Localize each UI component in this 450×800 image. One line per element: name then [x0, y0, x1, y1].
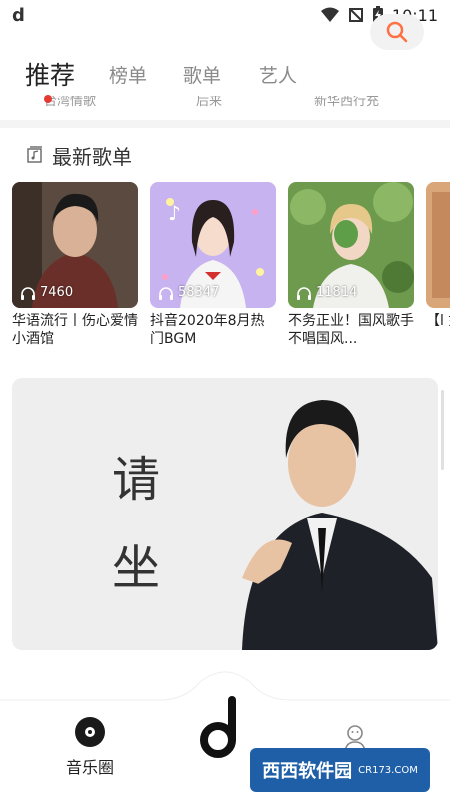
playlist-title: 【l 如旧 — [426, 313, 450, 329]
search-button[interactable] — [370, 14, 424, 50]
playlist-cover — [426, 182, 450, 308]
banner-text-line1: 请 — [112, 452, 161, 508]
playlist-cover: ♪ 58347 — [150, 182, 276, 308]
watermark-text: 西西软件园 — [262, 761, 353, 782]
banner-text-line2: 坐 — [112, 540, 161, 596]
playlist-cover: 7460 — [12, 182, 138, 308]
tab-playlists[interactable]: 歌单 — [183, 61, 221, 88]
nav-center-logo-button[interactable] — [196, 696, 246, 760]
svg-text:♪: ♪ — [168, 201, 181, 225]
vinyl-disc-icon — [75, 717, 105, 747]
playlist-note-icon — [27, 146, 42, 163]
playlist-card[interactable]: 【l 如旧 — [426, 182, 450, 330]
promo-banner[interactable]: 请 坐 — [12, 378, 438, 650]
playlist-card[interactable]: ♪ 58347 抖音2020年8月热门BGM — [150, 182, 276, 348]
playlist-cover: 11814 — [288, 182, 414, 308]
app-notification-icon: d — [12, 4, 25, 26]
app-logo-icon — [200, 696, 236, 758]
previous-content-row: 台湾情歌 后来 新华西行充 — [0, 96, 450, 110]
play-count: 7460 — [20, 285, 73, 300]
play-count: 11814 — [296, 285, 357, 300]
play-count: 58347 — [158, 285, 219, 300]
tab-artists[interactable]: 艺人 — [259, 61, 297, 88]
headphones-icon — [21, 286, 35, 300]
banner-person-image — [242, 400, 438, 650]
nav-music-circle[interactable]: 音乐圈 — [66, 716, 114, 778]
headphones-icon — [297, 286, 311, 300]
section-title: 最新歌单 — [52, 144, 132, 169]
no-signal-icon — [348, 8, 363, 22]
tab-charts[interactable]: 榜单 — [109, 61, 147, 88]
latest-playlists-header: 最新歌单 — [26, 140, 132, 170]
search-icon — [386, 21, 408, 43]
playlist-card[interactable]: 7460 华语流行丨伤心爱情小酒馆 — [12, 182, 138, 348]
playlist-title: 抖音2020年8月热门BGM — [150, 313, 265, 347]
ghost-item[interactable]: 后来 — [196, 96, 222, 109]
scrollbar[interactable] — [441, 390, 444, 470]
playlist-title: 华语流行丨伤心爱情小酒馆 — [12, 313, 138, 347]
playlist-title: 不务正业！国风歌手不唱国风... — [288, 313, 414, 347]
playlist-card[interactable]: 11814 不务正业！国风歌手不唱国风... — [288, 182, 414, 348]
watermark-subtext: CR173.COM — [358, 764, 418, 776]
nav-label: 音乐圈 — [66, 758, 115, 777]
notification-dot — [44, 95, 52, 103]
top-tabs: 推荐 榜单 歌单 艺人 — [0, 44, 450, 104]
wifi-icon — [320, 7, 339, 22]
tab-recommend[interactable]: 推荐 — [25, 56, 75, 92]
playlist-carousel[interactable]: 7460 华语流行丨伤心爱情小酒馆 ♪ 58347 抖音2020年8月热门BGM — [12, 182, 450, 352]
section-divider — [0, 120, 450, 128]
site-watermark: 西西软件园 CR173.COM — [250, 748, 430, 792]
ghost-item[interactable]: 新华西行充 — [314, 96, 379, 109]
headphones-icon — [159, 286, 173, 300]
